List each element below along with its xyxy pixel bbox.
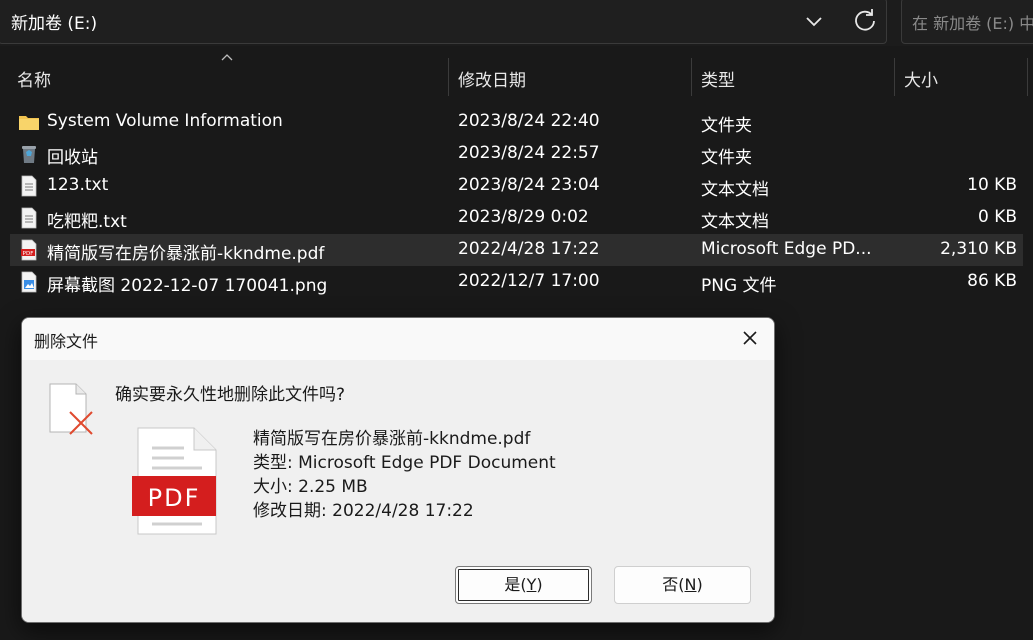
file-row-selected[interactable]: PDF 精简版写在房价暴涨前-kkndme.pdf 2022/4/28 17:2… bbox=[10, 234, 1023, 266]
file-type: Microsoft Edge PD... bbox=[701, 239, 872, 259]
file-size: 2,310 KB bbox=[940, 239, 1017, 259]
file-name: 精简版写在房价暴涨前-kkndme.pdf bbox=[47, 244, 325, 264]
pdf-file-icon: PDF bbox=[132, 427, 217, 535]
file-info-date: 修改日期: 2022/4/28 17:22 bbox=[253, 501, 474, 521]
file-info-name: 精简版写在房价暴涨前-kkndme.pdf bbox=[253, 429, 531, 449]
file-size: 0 KB bbox=[977, 207, 1017, 227]
file-row[interactable]: System Volume Information 2023/8/24 22:4… bbox=[10, 106, 1023, 138]
file-type: PNG 文件 bbox=[701, 276, 777, 296]
recycle-bin-icon bbox=[22, 146, 36, 163]
top-bar: 新加卷 (E:) 在 新加卷 (E:) 中搜索 bbox=[0, 0, 1033, 46]
yes-access-key: Y bbox=[526, 575, 537, 594]
pdf-file-icon: PDF bbox=[21, 239, 37, 261]
column-divider[interactable] bbox=[894, 58, 895, 96]
file-date: 2022/4/28 17:22 bbox=[458, 239, 600, 259]
address-dropdown-chevron-icon[interactable] bbox=[800, 8, 828, 34]
yes-label-suffix: ) bbox=[536, 575, 543, 594]
file-name: 123.txt bbox=[47, 175, 109, 195]
file-date: 2023/8/24 22:40 bbox=[458, 111, 600, 131]
column-header-row: 名称 修改日期 类型 大小 bbox=[0, 54, 1033, 98]
dialog-titlebar: 删除文件 bbox=[22, 318, 774, 360]
file-type: 文件夹 bbox=[701, 148, 752, 168]
no-label-suffix: ) bbox=[696, 575, 703, 594]
file-info-size: 大小: 2.25 MB bbox=[253, 477, 368, 497]
file-name: 屏幕截图 2022-12-07 170041.png bbox=[47, 276, 328, 296]
file-row[interactable]: 123.txt 2023/8/24 23:04 文本文档 10 KB bbox=[10, 170, 1023, 202]
no-label-prefix: 否( bbox=[662, 575, 685, 594]
image-file-icon bbox=[21, 271, 37, 293]
file-type: 文本文档 bbox=[701, 212, 769, 232]
file-type: 文件夹 bbox=[701, 116, 752, 136]
column-header-type[interactable]: 类型 bbox=[701, 66, 735, 91]
column-divider[interactable] bbox=[448, 58, 449, 96]
column-header-date[interactable]: 修改日期 bbox=[458, 66, 526, 91]
folder-icon bbox=[19, 116, 39, 130]
file-type: 文本文档 bbox=[701, 180, 769, 200]
pdf-label: PDF bbox=[148, 484, 201, 512]
column-divider[interactable] bbox=[1027, 58, 1028, 96]
column-header-name[interactable]: 名称 bbox=[17, 66, 51, 91]
text-file-icon bbox=[21, 175, 37, 197]
text-file-icon bbox=[21, 207, 37, 229]
dialog-body: 确实要永久性地删除此文件吗? PDF 精简版写在房价暴涨前-kkndme.pdf… bbox=[22, 360, 774, 622]
yes-label-prefix: 是( bbox=[504, 575, 527, 594]
file-row[interactable]: 屏幕截图 2022-12-07 170041.png 2022/12/7 17:… bbox=[10, 266, 1023, 298]
file-name: System Volume Information bbox=[47, 111, 283, 131]
column-header-size[interactable]: 大小 bbox=[904, 66, 938, 91]
file-name: 吃粑粑.txt bbox=[47, 212, 127, 232]
address-bar[interactable]: 新加卷 (E:) bbox=[0, 0, 887, 44]
sort-ascending-icon bbox=[221, 54, 233, 61]
file-row[interactable]: 回收站 2023/8/24 22:57 文件夹 bbox=[10, 138, 1023, 170]
file-row[interactable]: 吃粑粑.txt 2023/8/29 0:02 文本文档 0 KB bbox=[10, 202, 1023, 234]
delete-file-icon bbox=[49, 383, 93, 435]
dialog-title: 删除文件 bbox=[34, 332, 99, 351]
file-info-type: 类型: Microsoft Edge PDF Document bbox=[253, 453, 556, 473]
file-size: 86 KB bbox=[967, 271, 1017, 291]
search-placeholder: 在 新加卷 (E:) 中搜索 bbox=[912, 14, 1033, 33]
no-access-key: N bbox=[684, 575, 697, 594]
close-icon[interactable] bbox=[734, 324, 766, 354]
file-size: 10 KB bbox=[967, 175, 1017, 195]
file-date: 2022/12/7 17:00 bbox=[458, 271, 600, 291]
column-divider[interactable] bbox=[691, 58, 692, 96]
no-button[interactable]: 否(N) bbox=[614, 566, 751, 604]
address-path: 新加卷 (E:) bbox=[11, 14, 98, 34]
refresh-icon[interactable] bbox=[850, 6, 880, 34]
confirm-question: 确实要永久性地删除此文件吗? bbox=[115, 385, 346, 405]
search-box[interactable]: 在 新加卷 (E:) 中搜索 bbox=[901, 0, 1033, 44]
delete-file-dialog: 删除文件 确实要永久性地删除此文件吗? PDF 精简版写在房价暴涨前-kkndm… bbox=[21, 317, 775, 623]
file-date: 2023/8/29 0:02 bbox=[458, 207, 589, 227]
file-date: 2023/8/24 22:57 bbox=[458, 143, 600, 163]
file-date: 2023/8/24 23:04 bbox=[458, 175, 600, 195]
svg-text:PDF: PDF bbox=[23, 251, 34, 257]
file-name: 回收站 bbox=[47, 148, 98, 168]
yes-button[interactable]: 是(Y) bbox=[455, 566, 592, 604]
